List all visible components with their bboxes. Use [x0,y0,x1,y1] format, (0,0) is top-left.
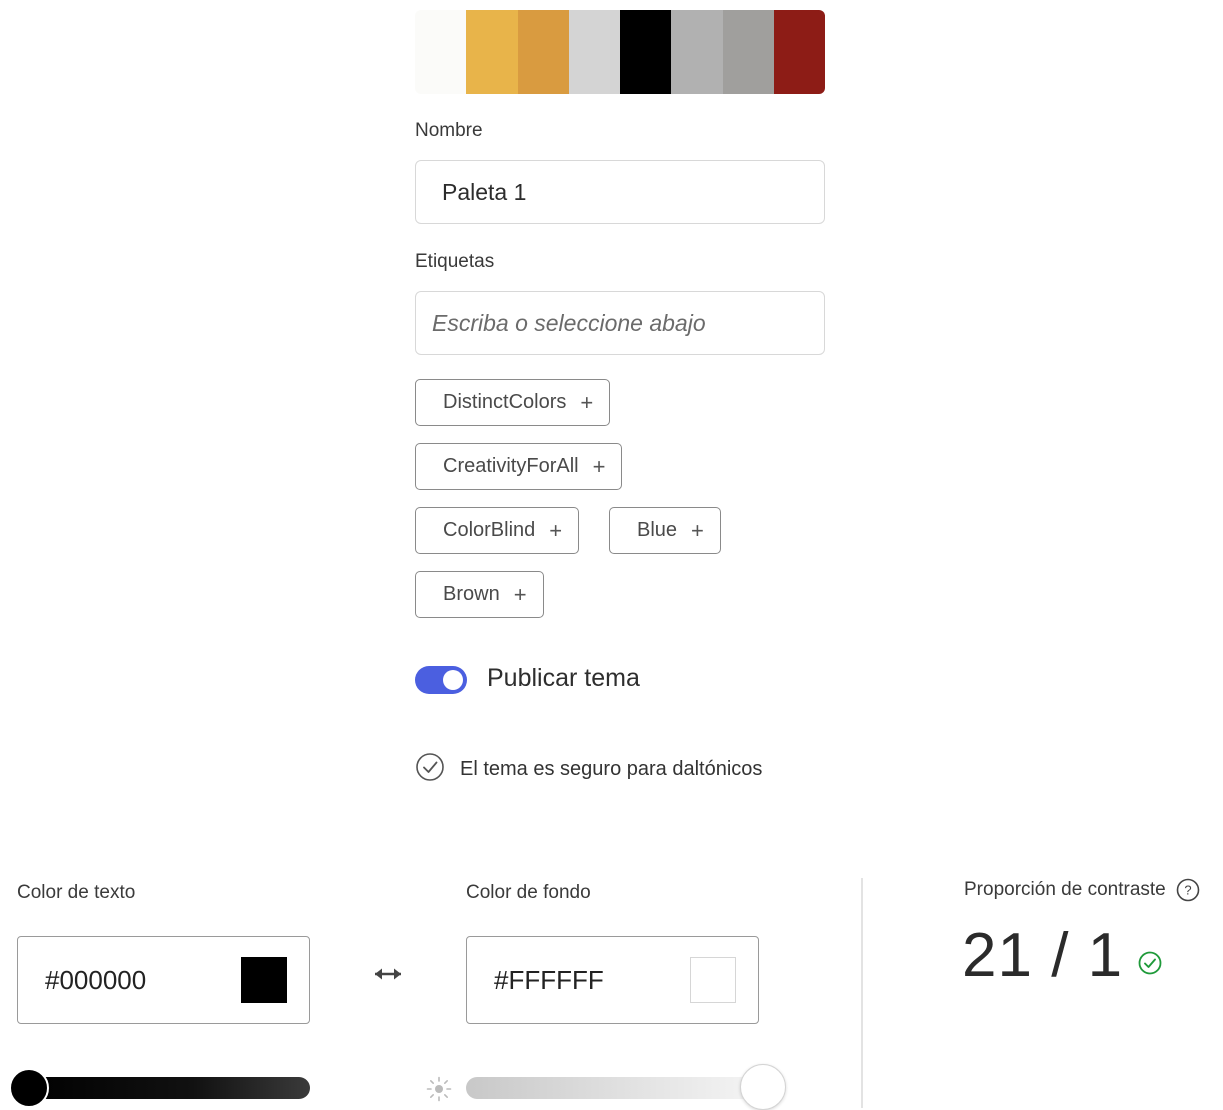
text-brightness-handle[interactable] [9,1068,49,1108]
toggle-knob [443,670,463,690]
bg-color-value: #FFFFFF [494,964,604,995]
text-color-swatch[interactable] [241,957,287,1003]
contrast-ratio-value: 21 / 1 [962,921,1124,990]
tags-label: Etiquetas [415,251,495,272]
text-color-input[interactable]: #000000 [17,936,310,1024]
section-divider [861,878,863,1108]
tag-chip-colorblind[interactable]: ColorBlind + [415,507,580,554]
tag-chip-brown[interactable]: Brown + [415,571,544,618]
bg-color-swatch[interactable] [690,957,736,1003]
name-label: Nombre [415,120,483,141]
bg-color-label: Color de fondo [466,882,591,903]
plus-icon: + [691,517,704,543]
palette-swatch-7[interactable] [722,10,774,94]
palette-swatch-strip [415,10,825,94]
palette-swatch-4[interactable] [568,10,620,94]
help-icon-glyph: ? [1184,883,1191,898]
tag-chip-distinctcolors[interactable]: DistinctColors + [415,379,611,426]
palette-swatch-1[interactable] [415,10,467,94]
palette-swatch-3[interactable] [517,10,569,94]
name-input-value: Paleta 1 [442,178,527,205]
tag-chip-blue[interactable]: Blue + [609,507,721,554]
text-brightness-slider[interactable] [17,1077,310,1099]
swap-arrows-icon [372,968,404,990]
brightness-icon [425,1075,453,1108]
contrast-ratio-label: Proporción de contraste [964,879,1166,900]
bg-brightness-slider[interactable] [466,1077,778,1099]
palette-swatch-8[interactable] [773,10,825,94]
text-color-label: Color de texto [17,882,136,903]
plus-icon: + [580,389,594,415]
name-input[interactable]: Paleta 1 [415,160,825,224]
bg-color-input[interactable]: #FFFFFF [466,936,759,1024]
plus-icon: + [549,517,563,543]
tag-chip-label: DistinctColors [443,391,567,413]
palette-swatch-5[interactable] [620,10,672,94]
swap-colors-button[interactable] [372,962,404,991]
check-circle-icon [415,752,445,787]
help-icon[interactable]: ? [1176,878,1200,902]
plus-icon: + [592,453,606,479]
text-color-value: #000000 [45,964,147,995]
pass-check-icon [1137,950,1163,976]
tag-chip-creativityforall[interactable]: CreativityForAll + [415,443,623,490]
palette-swatch-2[interactable] [466,10,518,94]
tag-chip-label: CreativityForAll [443,455,579,477]
bg-brightness-handle[interactable] [740,1064,786,1110]
publish-label: Publicar tema [487,664,640,692]
tag-chip-label: Brown [443,583,500,605]
contrast-ratio-label-row: Proporción de contraste ? [964,878,1200,902]
palette-swatch-6[interactable] [671,10,723,94]
publish-toggle[interactable] [415,666,467,694]
tag-chip-label: Blue [637,519,678,541]
contrast-ratio-display: 21 / 1 [962,920,1163,991]
tag-chip-label: ColorBlind [443,519,536,541]
tags-input[interactable] [430,308,824,338]
colorblind-safe-status: El tema es seguro para daltónicos [415,752,762,787]
plus-icon: + [513,581,527,607]
tags-input-container[interactable] [415,291,825,355]
colorblind-safe-text: El tema es seguro para daltónicos [460,758,763,780]
